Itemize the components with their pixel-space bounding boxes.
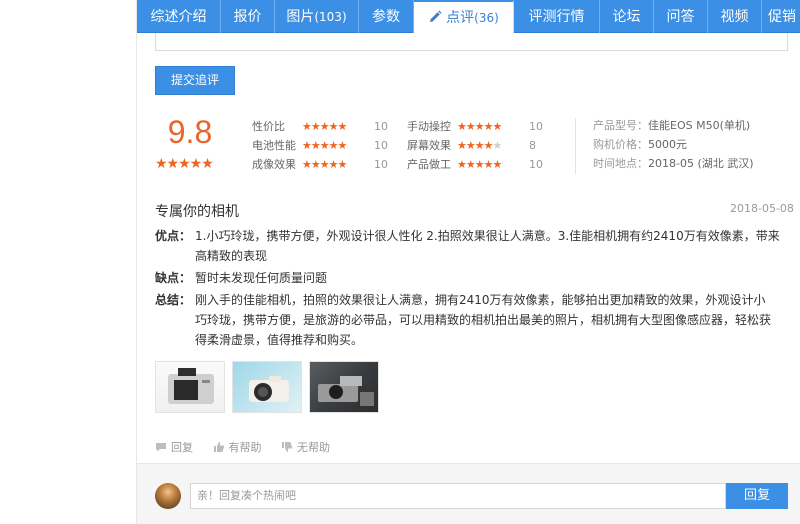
rating-value: 10 — [529, 158, 543, 171]
tab-label: 报价 — [233, 9, 262, 25]
tab-label: 参数 — [372, 9, 400, 25]
review-cons: 缺点： 暂时未发现任何质量问题 — [155, 268, 795, 288]
submit-follow-up-button[interactable]: 提交追评 — [155, 66, 235, 95]
rating-label: 屏幕效果 — [407, 139, 451, 152]
reply-action[interactable]: 回复 — [155, 439, 193, 455]
meta-price: 购机价格：5000元 — [593, 138, 687, 152]
rating-stars: ★★★★★ — [457, 139, 502, 152]
rating-stars: ★★★★★ — [457, 120, 502, 133]
meta-value: 佳能EOS M50(单机) — [648, 119, 751, 132]
unhelpful-action[interactable]: 无帮助 — [281, 439, 330, 455]
tab-video[interactable]: 视频 — [708, 0, 762, 33]
rating-label: 产品做工 — [407, 158, 451, 171]
tab-qa[interactable]: 问答 — [654, 0, 708, 33]
tab-reviews[interactable]: 点评(36) — [414, 0, 514, 34]
tab-count: (103) — [314, 10, 347, 24]
rating-stars: ★★★★★ — [302, 158, 347, 171]
tab-label: 促销 — [768, 9, 796, 25]
product-tab-bar: 综述介绍 报价 图片(103) 参数 点评(36) 评测行情 论坛 问答 视频 … — [137, 0, 800, 34]
cons-label: 缺点： — [155, 271, 192, 285]
rating-stars: ★★★★★ — [457, 158, 502, 171]
review-actions: 回复 有帮助 无帮助 — [155, 439, 346, 455]
tab-promotion[interactable]: 促销 — [762, 0, 800, 33]
tab-count: (36) — [474, 11, 499, 25]
rating-row: 电池性能 ★★★★★ 10 — [252, 139, 388, 153]
thumbs-down-icon — [282, 442, 293, 452]
meta-key: 购机价格： — [593, 138, 648, 151]
meta-key: 时间地点： — [593, 157, 648, 170]
meta-time-place: 时间地点：2018-05 (湖北 武汉) — [593, 157, 754, 171]
tab-specs[interactable]: 参数 — [359, 0, 414, 33]
pros-line: 1.小巧玲珑，携带方便，外观设计很人性化 2.拍照效果很让人满意。3.佳能相机拥… — [195, 229, 780, 243]
rating-row: 产品做工 ★★★★★ 10 — [407, 158, 543, 172]
summary-text: 刚入手的佳能相机，拍照的效果很让人满意，拥有2410万有效像素，能够拍出更加精致… — [195, 290, 795, 350]
divider — [575, 118, 576, 174]
avatar — [155, 483, 181, 509]
rating-value: 8 — [529, 139, 536, 152]
review-photo-thumbnail[interactable] — [155, 361, 225, 413]
tab-label: 图片 — [286, 9, 315, 25]
review-photo-thumbnail[interactable] — [232, 361, 302, 413]
comment-icon — [156, 443, 166, 452]
rating-row: 性价比 ★★★★★ 10 — [252, 120, 388, 134]
overall-score: 9.8 — [167, 114, 213, 150]
summary-line: 巧玲珑，携带方便，是旅游的必带品，可以用精致的相机拍出最美的照片，相机拥有大型图… — [195, 313, 772, 327]
rating-row: 屏幕效果 ★★★★★ 8 — [407, 139, 536, 153]
review-title: 专属你的相机 — [155, 204, 239, 220]
tab-label: 视频 — [720, 9, 749, 25]
tab-label: 问答 — [666, 9, 695, 25]
helpful-label: 有帮助 — [228, 441, 262, 454]
rating-label: 电池性能 — [252, 139, 296, 152]
rating-value: 10 — [374, 120, 388, 133]
cons-text: 暂时未发现任何质量问题 — [195, 271, 328, 285]
pros-label: 优点： — [155, 229, 192, 243]
tab-forum[interactable]: 论坛 — [600, 0, 654, 33]
rating-stars: ★★★★★ — [302, 120, 347, 133]
reply-button[interactable]: 回复 — [726, 483, 788, 509]
rating-value: 10 — [374, 139, 388, 152]
meta-model: 产品型号：佳能EOS M50(单机) — [593, 119, 750, 133]
rating-label: 手动操控 — [407, 120, 451, 133]
meta-key: 产品型号： — [593, 119, 648, 132]
tab-label: 论坛 — [612, 9, 641, 25]
summary-label: 总结： — [155, 293, 192, 307]
tab-price[interactable]: 报价 — [221, 0, 275, 33]
rating-value: 10 — [374, 158, 388, 171]
summary-line: 刚入手的佳能相机，拍照的效果很让人满意，拥有2410万有效像素，能够拍出更加精致… — [195, 293, 766, 307]
pencil-icon — [430, 10, 442, 22]
content-left-border — [136, 0, 137, 524]
rating-label: 成像效果 — [252, 158, 296, 171]
rating-label: 性价比 — [252, 120, 285, 133]
follow-up-textarea[interactable] — [155, 33, 788, 51]
review-photo-thumbnail[interactable] — [309, 361, 379, 413]
review-summary: 总结： 刚入手的佳能相机，拍照的效果很让人满意，拥有2410万有效像素，能够拍出… — [155, 290, 795, 350]
pros-text: 1.小巧玲珑，携带方便，外观设计很人性化 2.拍照效果很让人满意。3.佳能相机拥… — [195, 226, 795, 266]
meta-value: 5000元 — [648, 138, 687, 151]
helpful-action[interactable]: 有帮助 — [213, 439, 262, 455]
summary-line: 得柔滑虚景，值得推荐和购买。 — [195, 333, 364, 347]
camera-photo — [318, 376, 374, 406]
unhelpful-label: 无帮助 — [297, 441, 330, 454]
rating-stars: ★★★★★ — [302, 139, 347, 152]
tab-photos[interactable]: 图片(103) — [275, 0, 359, 33]
rating-value: 10 — [529, 120, 543, 133]
tab-overview[interactable]: 综述介绍 — [137, 0, 221, 33]
review-pros: 优点： 1.小巧玲珑，携带方便，外观设计很人性化 2.拍照效果很让人满意。3.佳… — [155, 226, 795, 266]
reply-label: 回复 — [171, 441, 193, 454]
tab-label: 评测行情 — [528, 9, 585, 25]
thumbs-up-icon — [213, 442, 224, 452]
camera-photo — [168, 368, 214, 404]
review-date: 2018-05-08 — [730, 202, 794, 215]
reply-input[interactable]: 亲！回复凑个热闹吧 — [190, 483, 726, 509]
rating-row: 手动操控 ★★★★★ 10 — [407, 120, 543, 134]
meta-value: 2018-05 (湖北 武汉) — [648, 157, 754, 170]
tab-evaluation[interactable]: 评测行情 — [514, 0, 600, 33]
overall-stars: ★★★★★ — [155, 156, 214, 172]
rating-row: 成像效果 ★★★★★ 10 — [252, 158, 388, 172]
camera-photo — [249, 376, 289, 402]
tab-label: 点评 — [446, 10, 475, 26]
tab-label: 综述介绍 — [150, 9, 207, 25]
pros-line: 高精致的表现 — [195, 249, 268, 263]
